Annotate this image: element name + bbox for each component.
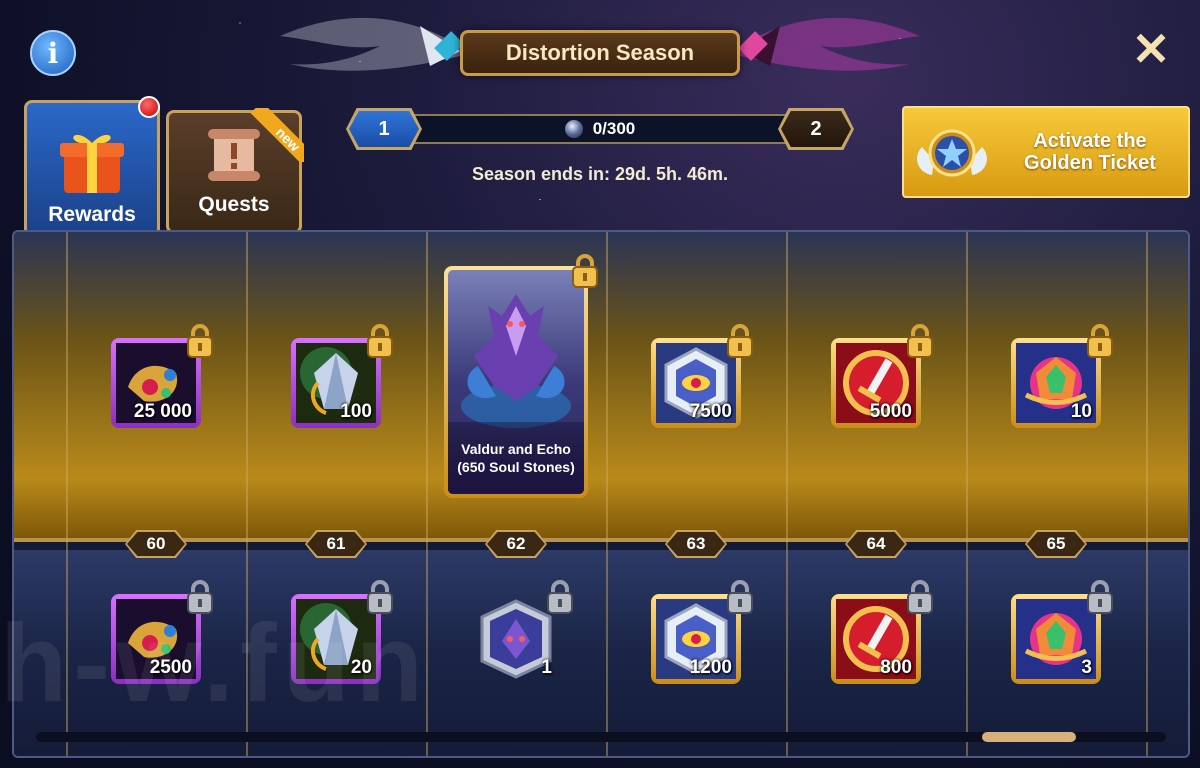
track-divider [14, 538, 1188, 542]
gold-lock-icon [187, 324, 213, 358]
tab-rewards-label: Rewards [48, 203, 136, 226]
column-divider [1146, 232, 1148, 756]
reward-item[interactable]: 3 [1011, 580, 1113, 684]
level-number-badge: 60 [125, 530, 187, 558]
reward-quantity: 100 [340, 401, 372, 422]
season-title: Distortion Season [505, 40, 695, 65]
new-ribbon: new [250, 108, 304, 162]
reward-quantity: 5000 [869, 401, 912, 422]
season-title-banner: Distortion Season [460, 30, 740, 76]
reward-item[interactable]: 100 [291, 324, 393, 428]
level-number-badge: 63 [665, 530, 727, 558]
silver-lock-icon [727, 580, 753, 614]
level-number-badge: 65 [1025, 530, 1087, 558]
reward-item[interactable]: 1 [471, 580, 573, 684]
reward-item[interactable]: 7500 [651, 324, 753, 428]
gold-lock-icon [907, 324, 933, 358]
star-emblem-icon [917, 129, 987, 177]
reward-item[interactable]: 10 [1011, 324, 1113, 428]
season-progress: 0/300 1 2 [346, 108, 854, 150]
reward-item[interactable]: 800 [831, 580, 933, 684]
reward-quantity: 7500 [689, 401, 732, 422]
column-divider [606, 232, 608, 756]
info-icon[interactable]: i [30, 30, 76, 76]
season-orb-icon [564, 120, 583, 138]
silver-lock-icon [907, 580, 933, 614]
level-number-badge: 62 [485, 530, 547, 558]
column-divider [786, 232, 788, 756]
tab-quests-label: Quests [198, 193, 270, 216]
reward-quantity: 10 [1070, 401, 1092, 422]
dark-wing-ornament-icon [740, 17, 920, 71]
reward-quantity: 1 [541, 657, 552, 678]
gold-lock-icon [572, 254, 598, 288]
watermark: h-w.fun [0, 602, 429, 725]
reward-quantity: 800 [880, 657, 912, 678]
tab-rewards[interactable]: Rewards [24, 100, 160, 244]
current-level-badge: 1 [346, 108, 422, 150]
reward-quantity: 3 [1081, 657, 1092, 678]
gold-lock-icon [1087, 324, 1113, 358]
hero-reward-name: Valdur and Echo (650 Soul Stones) [448, 422, 584, 494]
reward-quantity: 25 000 [133, 401, 192, 422]
gold-lock-icon [367, 324, 393, 358]
reward-item[interactable]: 5000 [831, 324, 933, 428]
season-countdown: Season ends in: 29d. 5h. 46m. [471, 164, 729, 184]
progress-bar: 0/300 [376, 114, 824, 144]
reward-item[interactable]: 1200 [651, 580, 753, 684]
column-divider [966, 232, 968, 756]
reward-item[interactable]: 25 000 [111, 324, 213, 428]
horizontal-scrollbar[interactable] [36, 732, 1166, 742]
hero-portrait-icon [461, 294, 571, 428]
level-number-badge: 61 [305, 530, 367, 558]
silver-lock-icon [1087, 580, 1113, 614]
scrollbar-thumb[interactable] [982, 732, 1076, 742]
progress-points: 0/300 [592, 119, 636, 138]
close-icon[interactable]: ✕ [1126, 23, 1176, 75]
notification-dot [138, 96, 160, 118]
level-number-badge: 64 [845, 530, 907, 558]
silver-wing-ornament-icon [280, 17, 460, 71]
gold-lock-icon [727, 324, 753, 358]
golden-ticket-label: Activate the Golden Ticket [1024, 130, 1156, 174]
next-level-badge: 2 [778, 108, 854, 150]
hero-reward-card[interactable]: Valdur and Echo (650 Soul Stones) [444, 254, 598, 498]
reward-quantity: 1200 [689, 657, 732, 678]
silver-lock-icon [547, 580, 573, 614]
golden-ticket-button[interactable]: Activate the Golden Ticket [902, 106, 1190, 198]
gift-box-icon [60, 134, 124, 193]
